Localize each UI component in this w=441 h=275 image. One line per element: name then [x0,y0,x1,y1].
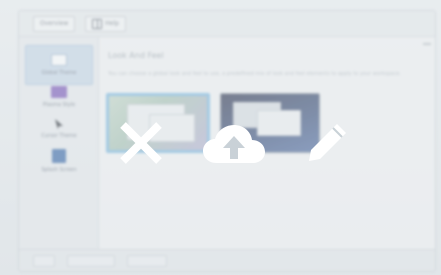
cloud-upload-icon [203,125,265,163]
upload-action[interactable] [200,122,268,168]
pencil-icon [309,124,346,161]
remove-action[interactable] [118,120,164,166]
close-icon [120,122,162,164]
edit-action[interactable] [304,118,352,166]
screenshot-stage: Overview Help Global Theme Plasma Style [0,0,441,275]
